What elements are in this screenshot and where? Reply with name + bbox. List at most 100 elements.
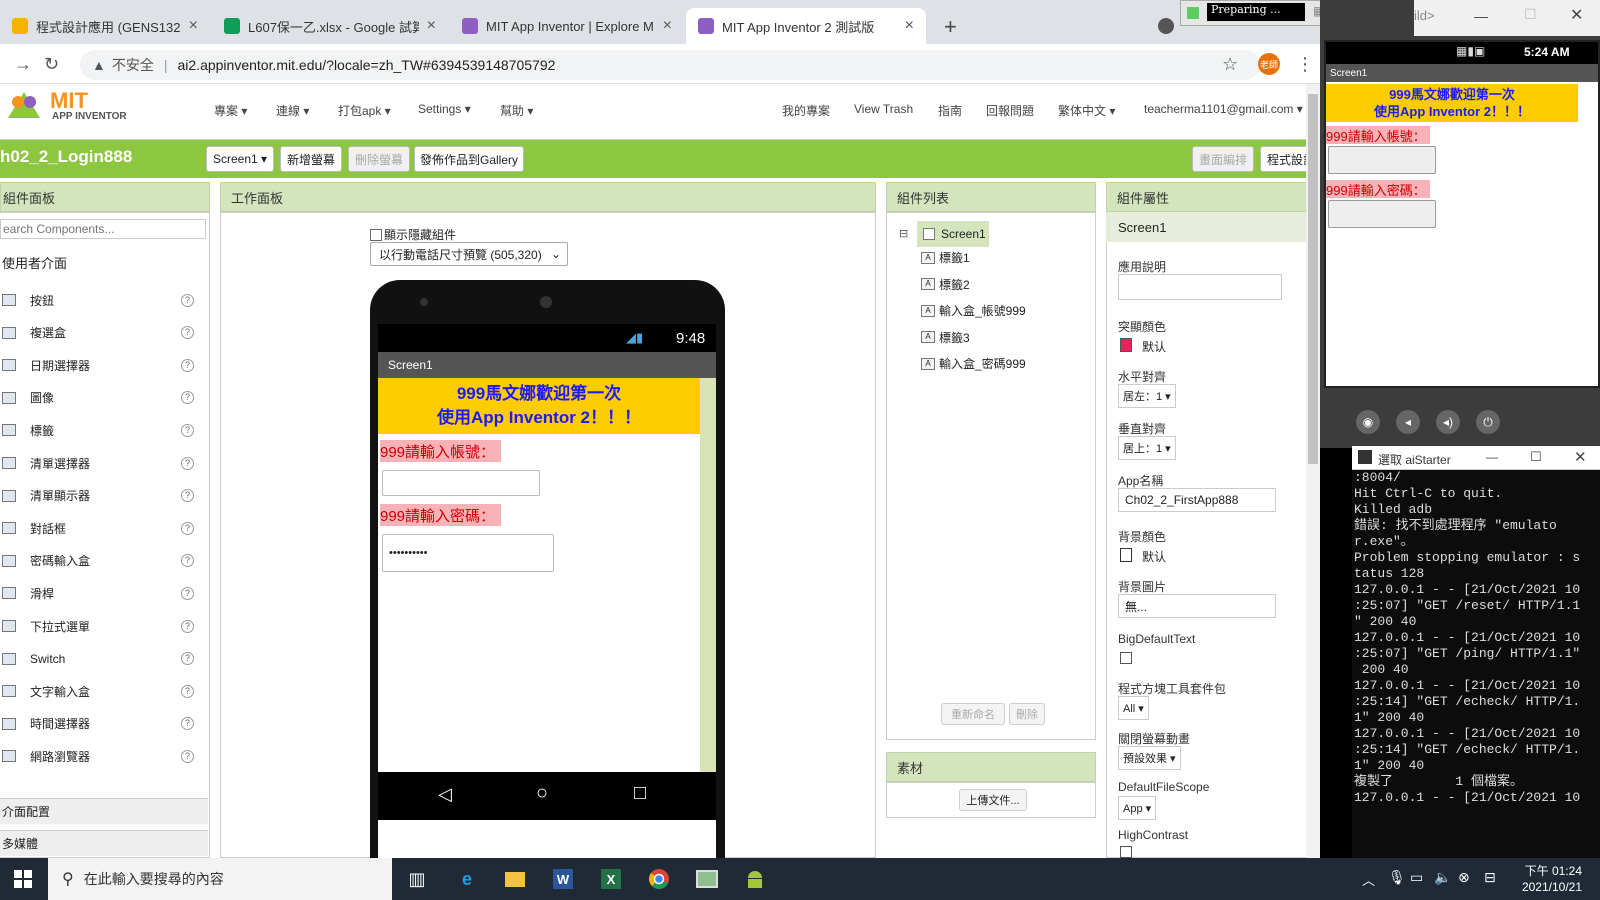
- screen-select[interactable]: Screen1 ▾: [206, 146, 274, 172]
- password-label[interactable]: 999請輸入密碼：: [380, 504, 502, 526]
- help-icon[interactable]: ?: [181, 326, 194, 340]
- word-icon[interactable]: W: [548, 864, 578, 894]
- help-icon[interactable]: ?: [181, 554, 194, 568]
- palette-item[interactable]: 日期選擇器?: [0, 353, 208, 377]
- filescope-select[interactable]: App ▾: [1118, 796, 1157, 820]
- password-textbox[interactable]: ••••••••••: [382, 534, 554, 572]
- nav-home-icon[interactable]: ○: [536, 782, 548, 805]
- browser-tab-active[interactable]: MIT App Inventor 2 測試版 ×: [686, 8, 926, 44]
- help-icon[interactable]: ?: [181, 619, 194, 633]
- palette-item[interactable]: 清單顯示器?: [0, 484, 208, 508]
- publish-gallery-button[interactable]: 發佈作品到Gallery: [414, 146, 524, 172]
- browser-tab-explore[interactable]: MIT App Inventor | Explore MIT ×: [450, 8, 684, 44]
- tree-item-screen1[interactable]: Screen1: [917, 221, 989, 247]
- palette-item[interactable]: 標籤?: [0, 418, 208, 442]
- help-icon[interactable]: ?: [181, 358, 194, 372]
- omnibox[interactable]: ▲ 不安全 | ai2.appinventor.mit.edu/?locale=…: [80, 50, 1260, 80]
- menu-account[interactable]: teacherma1101@gmail.com ▾: [1144, 102, 1303, 116]
- palette-item[interactable]: 按鈕?: [0, 288, 208, 312]
- welcome-label[interactable]: 999馬文娜歡迎第一次 使用App Inventor 2！！！: [378, 378, 700, 434]
- power-icon[interactable]: ⏻: [1476, 410, 1500, 434]
- help-icon[interactable]: ?: [181, 456, 194, 470]
- about-textarea[interactable]: [1118, 274, 1282, 300]
- minimize-icon[interactable]: —: [1474, 8, 1488, 24]
- blocks-toolkit-select[interactable]: All ▾: [1118, 696, 1149, 720]
- kebab-menu-icon[interactable]: ⋮: [1296, 54, 1314, 75]
- microphone-icon[interactable]: 🎙: [1388, 869, 1406, 886]
- palette-item[interactable]: 複選盒?: [0, 321, 208, 345]
- emu-password-label[interactable]: 999請輸入密碼：: [1326, 180, 1430, 198]
- clock-time[interactable]: 下午 01:24: [1518, 862, 1582, 879]
- menu-settings[interactable]: Settings ▾: [418, 102, 471, 116]
- remove-screen-button[interactable]: 刪除螢幕: [348, 146, 410, 172]
- file-explorer-icon[interactable]: [500, 864, 530, 894]
- search-components-input[interactable]: [0, 219, 206, 239]
- upload-file-button[interactable]: 上傳文件...: [959, 789, 1027, 811]
- palette-item[interactable]: 下拉式選單?: [0, 614, 208, 638]
- tree-item[interactable]: A 標籤3: [921, 329, 970, 346]
- accent-color-value[interactable]: 默认: [1142, 338, 1166, 355]
- reload-icon[interactable]: ↻: [44, 54, 59, 75]
- photos-icon[interactable]: [692, 864, 722, 894]
- scroll-thumb[interactable]: [1308, 94, 1318, 464]
- close-icon[interactable]: ✕: [1570, 5, 1583, 25]
- console-output[interactable]: :8004/Hit Ctrl-C to quit. Killed adb 錯誤: 找…: [1352, 470, 1600, 858]
- menu-language[interactable]: 繁体中文 ▾: [1058, 102, 1115, 119]
- designer-button[interactable]: 畫面編排: [1192, 146, 1254, 172]
- volume-down-icon[interactable]: ◂: [1396, 410, 1420, 434]
- emu-password-textbox[interactable]: [1328, 200, 1436, 228]
- page-scrollbar[interactable]: [1306, 84, 1320, 858]
- blocked-icon[interactable]: ⊗: [1458, 869, 1470, 886]
- browser-tab-sheets[interactable]: L607保一乙.xlsx - Google 試算表 ×: [212, 8, 448, 44]
- close-icon[interactable]: ×: [905, 17, 914, 35]
- palette-item[interactable]: Switch?: [0, 647, 208, 671]
- browser-tab-course[interactable]: 程式設計應用 (GENS13262A1) ×: [0, 8, 210, 44]
- menu-help[interactable]: 幫助 ▾: [500, 102, 533, 119]
- accent-color-swatch[interactable]: [1120, 338, 1132, 352]
- help-icon[interactable]: ?: [181, 749, 194, 763]
- maximize-icon[interactable]: ☐: [1530, 449, 1542, 465]
- minimize-icon[interactable]: —: [1486, 450, 1498, 464]
- chrome-icon[interactable]: [644, 864, 674, 894]
- emu-account-textbox[interactable]: [1328, 146, 1436, 174]
- help-icon[interactable]: ?: [181, 717, 194, 731]
- help-icon[interactable]: ?: [181, 684, 194, 698]
- category-user-interface[interactable]: 使用者介面: [0, 249, 208, 275]
- help-icon[interactable]: ?: [181, 293, 194, 307]
- profile-dot-icon[interactable]: [1158, 18, 1174, 34]
- palette-item[interactable]: 對話框?: [0, 516, 208, 540]
- excel-icon[interactable]: X: [596, 864, 626, 894]
- tree-item[interactable]: A 標籤2: [921, 276, 970, 293]
- bgimage-input[interactable]: 無...: [1118, 594, 1276, 618]
- new-tab-icon[interactable]: +: [944, 14, 957, 40]
- nav-recent-icon[interactable]: □: [634, 782, 646, 805]
- bigtext-checkbox[interactable]: [1120, 652, 1132, 664]
- close-animation-select[interactable]: 預設效果 ▾: [1118, 746, 1181, 770]
- contrast-checkbox[interactable]: [1120, 846, 1132, 858]
- tree-item[interactable]: A 標籤1: [921, 249, 970, 266]
- camera-icon[interactable]: ◉: [1356, 410, 1380, 434]
- ime-icon[interactable]: ⊟: [1484, 869, 1496, 886]
- help-icon[interactable]: ?: [181, 586, 194, 600]
- help-icon[interactable]: ?: [181, 521, 194, 535]
- category-media[interactable]: 多媒體: [0, 830, 208, 856]
- help-icon[interactable]: ?: [181, 423, 194, 437]
- delete-button[interactable]: 刪除: [1009, 703, 1045, 725]
- rename-button[interactable]: 重新命名: [941, 703, 1005, 725]
- volume-icon[interactable]: 🔈: [1434, 869, 1451, 886]
- palette-item[interactable]: 文字輸入盒?: [0, 679, 208, 703]
- preview-size-select[interactable]: 以行動電話尺寸預覽 (505,320) ⌄: [370, 242, 568, 266]
- category-layout[interactable]: 介面配置: [0, 798, 208, 824]
- task-view-icon[interactable]: ▥: [402, 864, 432, 894]
- account-label[interactable]: 999請輸入帳號：: [380, 440, 502, 462]
- palette-item[interactable]: 時間選擇器?: [0, 712, 208, 736]
- network-icon[interactable]: ▭: [1410, 869, 1423, 886]
- close-icon[interactable]: ×: [663, 17, 672, 35]
- bookmark-star-icon[interactable]: ☆: [1222, 54, 1238, 75]
- edge-icon[interactable]: e: [452, 864, 482, 894]
- windows-start-icon[interactable]: [8, 864, 38, 894]
- palette-item[interactable]: 密碼輸入盒?: [0, 549, 208, 573]
- close-icon[interactable]: ×: [189, 17, 198, 35]
- show-hidden-checkbox[interactable]: [370, 228, 382, 241]
- help-icon[interactable]: ?: [181, 391, 194, 405]
